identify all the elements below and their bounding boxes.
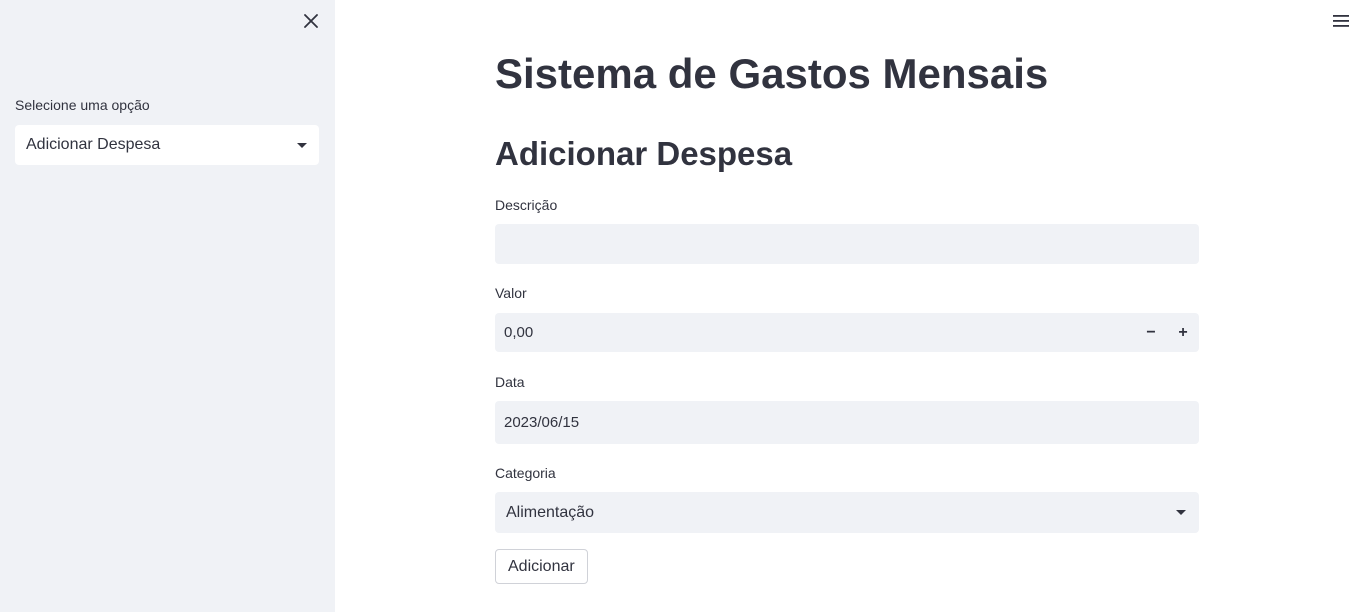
add-expense-button[interactable]: Adicionar — [495, 549, 588, 584]
valor-increment-button[interactable]: + — [1167, 314, 1199, 352]
close-sidebar-button[interactable] — [300, 10, 322, 32]
close-icon — [304, 14, 318, 28]
date-value[interactable]: 2023/06/15 — [495, 414, 1199, 431]
valor-label: Valor — [495, 285, 527, 301]
app-root: Selecione uma opção Adicionar Despesa Si… — [0, 0, 1365, 612]
hamburger-menu-icon — [1333, 15, 1349, 27]
chevron-down-icon — [1176, 510, 1186, 515]
sidebar-option-select[interactable]: Adicionar Despesa — [15, 125, 319, 165]
page-title: Sistema de Gastos Mensais — [495, 50, 1049, 97]
categoria-select[interactable]: Alimentação — [495, 492, 1199, 533]
main-menu-button[interactable] — [1330, 10, 1352, 32]
categoria-label: Categoria — [495, 465, 556, 481]
valor-decrement-button[interactable]: − — [1135, 314, 1167, 352]
descricao-input[interactable] — [495, 224, 1199, 264]
descricao-field[interactable] — [495, 224, 1199, 264]
section-title: Adicionar Despesa — [495, 135, 793, 172]
categoria-value: Alimentação — [506, 503, 595, 521]
sidebar-select-value: Adicionar Despesa — [26, 136, 161, 153]
sidebar-select-label: Selecione uma opção — [15, 97, 150, 113]
sidebar: Selecione uma opção Adicionar Despesa — [0, 0, 335, 612]
descricao-label: Descrição — [495, 197, 558, 213]
date-input[interactable]: 2023/06/15 — [495, 401, 1199, 444]
chevron-down-icon — [297, 142, 307, 148]
valor-number-input[interactable]: 0,00 − + — [495, 313, 1199, 352]
data-label: Data — [495, 374, 525, 390]
valor-value[interactable]: 0,00 — [495, 324, 1135, 341]
